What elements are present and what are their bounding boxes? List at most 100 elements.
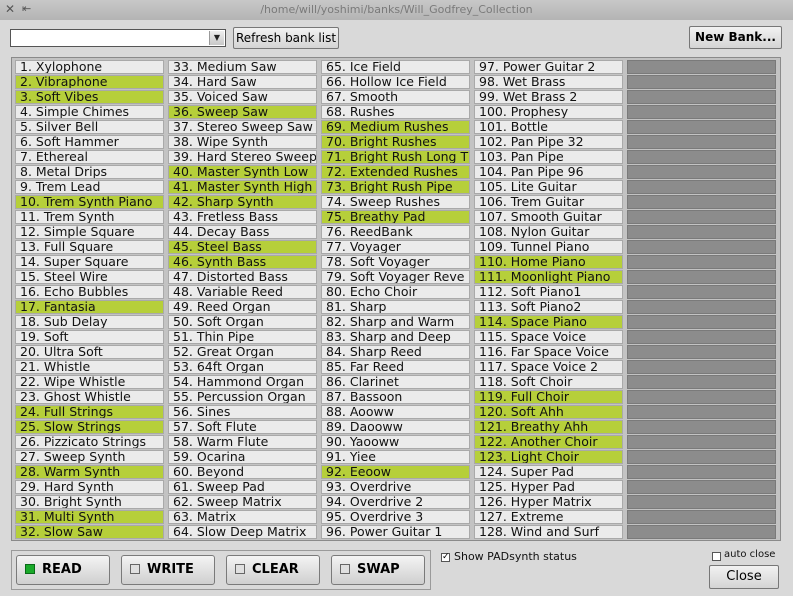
instrument-slot[interactable]: 126. Hyper Matrix (474, 495, 623, 509)
instrument-slot[interactable]: 116. Far Space Voice (474, 345, 623, 359)
instrument-slot[interactable]: 94. Overdrive 2 (321, 495, 470, 509)
instrument-slot[interactable]: 38. Wipe Synth (168, 135, 317, 149)
instrument-slot[interactable]: 52. Great Organ (168, 345, 317, 359)
instrument-slot[interactable]: 54. Hammond Organ (168, 375, 317, 389)
instrument-slot[interactable]: 32. Slow Saw (15, 525, 164, 539)
instrument-slot[interactable]: 60. Beyond (168, 465, 317, 479)
instrument-slot[interactable]: 96. Power Guitar 1 (321, 525, 470, 539)
instrument-slot[interactable]: 97. Power Guitar 2 (474, 60, 623, 74)
empty-instrument-slot[interactable] (627, 375, 776, 389)
empty-instrument-slot[interactable] (627, 225, 776, 239)
instrument-slot[interactable]: 45. Steel Bass (168, 240, 317, 254)
instrument-slot[interactable]: 103. Pan Pipe (474, 150, 623, 164)
instrument-slot[interactable]: 21. Whistle (15, 360, 164, 374)
instrument-slot[interactable]: 107. Smooth Guitar (474, 210, 623, 224)
instrument-slot[interactable]: 62. Sweep Matrix (168, 495, 317, 509)
empty-instrument-slot[interactable] (627, 285, 776, 299)
instrument-slot[interactable]: 74. Sweep Rushes (321, 195, 470, 209)
empty-instrument-slot[interactable] (627, 180, 776, 194)
instrument-slot[interactable]: 80. Echo Choir (321, 285, 470, 299)
instrument-slot[interactable]: 87. Bassoon (321, 390, 470, 404)
instrument-slot[interactable]: 34. Hard Saw (168, 75, 317, 89)
instrument-slot[interactable]: 106. Trem Guitar (474, 195, 623, 209)
instrument-slot[interactable]: 23. Ghost Whistle (15, 390, 164, 404)
instrument-slot[interactable]: 27. Sweep Synth (15, 450, 164, 464)
empty-instrument-slot[interactable] (627, 450, 776, 464)
instrument-slot[interactable]: 120. Soft Ahh (474, 405, 623, 419)
empty-instrument-slot[interactable] (627, 270, 776, 284)
instrument-slot[interactable]: 15. Steel Wire (15, 270, 164, 284)
instrument-slot[interactable]: 33. Medium Saw (168, 60, 317, 74)
empty-instrument-slot[interactable] (627, 135, 776, 149)
instrument-slot[interactable]: 1. Xylophone (15, 60, 164, 74)
empty-instrument-slot[interactable] (627, 330, 776, 344)
instrument-slot[interactable]: 59. Ocarina (168, 450, 317, 464)
instrument-slot[interactable]: 127. Extreme (474, 510, 623, 524)
instrument-slot[interactable]: 75. Breathy Pad (321, 210, 470, 224)
instrument-slot[interactable]: 13. Full Square (15, 240, 164, 254)
instrument-slot[interactable]: 99. Wet Brass 2 (474, 90, 623, 104)
empty-instrument-slot[interactable] (627, 195, 776, 209)
instrument-slot[interactable]: 57. Soft Flute (168, 420, 317, 434)
instrument-slot[interactable]: 66. Hollow Ice Field (321, 75, 470, 89)
instrument-slot[interactable]: 49. Reed Organ (168, 300, 317, 314)
instrument-slot[interactable]: 35. Voiced Saw (168, 90, 317, 104)
empty-instrument-slot[interactable] (627, 105, 776, 119)
instrument-slot[interactable]: 79. Soft Voyager Reve (321, 270, 470, 284)
instrument-slot[interactable]: 14. Super Square (15, 255, 164, 269)
instrument-slot[interactable]: 4. Simple Chimes (15, 105, 164, 119)
instrument-slot[interactable]: 85. Far Reed (321, 360, 470, 374)
instrument-slot[interactable]: 37. Stereo Sweep Saw (168, 120, 317, 134)
show-padsynth-checkbox[interactable]: ✓ (441, 553, 450, 562)
instrument-slot[interactable]: 104. Pan Pipe 96 (474, 165, 623, 179)
instrument-slot[interactable]: 111. Moonlight Piano (474, 270, 623, 284)
instrument-slot[interactable]: 20. Ultra Soft (15, 345, 164, 359)
instrument-slot[interactable]: 84. Sharp Reed (321, 345, 470, 359)
instrument-slot[interactable]: 95. Overdrive 3 (321, 510, 470, 524)
instrument-slot[interactable]: 26. Pizzicato Strings (15, 435, 164, 449)
empty-instrument-slot[interactable] (627, 390, 776, 404)
instrument-slot[interactable]: 41. Master Synth High (168, 180, 317, 194)
instrument-slot[interactable]: 53. 64ft Organ (168, 360, 317, 374)
instrument-slot[interactable]: 69. Medium Rushes (321, 120, 470, 134)
instrument-slot[interactable]: 93. Overdrive (321, 480, 470, 494)
instrument-slot[interactable]: 9. Trem Lead (15, 180, 164, 194)
instrument-slot[interactable]: 30. Bright Synth (15, 495, 164, 509)
instrument-slot[interactable]: 117. Space Voice 2 (474, 360, 623, 374)
empty-instrument-slot[interactable] (627, 360, 776, 374)
empty-instrument-slot[interactable] (627, 315, 776, 329)
instrument-slot[interactable]: 3. Soft Vibes (15, 90, 164, 104)
instrument-slot[interactable]: 48. Variable Reed (168, 285, 317, 299)
empty-instrument-slot[interactable] (627, 240, 776, 254)
empty-instrument-slot[interactable] (627, 420, 776, 434)
instrument-slot[interactable]: 76. ReedBank (321, 225, 470, 239)
empty-instrument-slot[interactable] (627, 120, 776, 134)
instrument-slot[interactable]: 78. Soft Voyager (321, 255, 470, 269)
instrument-slot[interactable]: 22. Wipe Whistle (15, 375, 164, 389)
empty-instrument-slot[interactable] (627, 525, 776, 539)
instrument-slot[interactable]: 113. Soft Piano2 (474, 300, 623, 314)
instrument-slot[interactable]: 71. Bright Rush Long T (321, 150, 470, 164)
empty-instrument-slot[interactable] (627, 480, 776, 494)
instrument-slot[interactable]: 47. Distorted Bass (168, 270, 317, 284)
instrument-slot[interactable]: 12. Simple Square (15, 225, 164, 239)
instrument-slot[interactable]: 44. Decay Bass (168, 225, 317, 239)
instrument-slot[interactable]: 63. Matrix (168, 510, 317, 524)
instrument-slot[interactable]: 55. Percussion Organ (168, 390, 317, 404)
instrument-slot[interactable]: 121. Breathy Ahh (474, 420, 623, 434)
instrument-slot[interactable]: 72. Extended Rushes (321, 165, 470, 179)
instrument-slot[interactable]: 40. Master Synth Low (168, 165, 317, 179)
instrument-slot[interactable]: 77. Voyager (321, 240, 470, 254)
auto-close-checkbox[interactable] (712, 552, 721, 561)
empty-instrument-slot[interactable] (627, 165, 776, 179)
instrument-slot[interactable]: 5. Silver Bell (15, 120, 164, 134)
instrument-slot[interactable]: 124. Super Pad (474, 465, 623, 479)
instrument-slot[interactable]: 24. Full Strings (15, 405, 164, 419)
swap-button[interactable]: SWAP (331, 555, 425, 585)
empty-instrument-slot[interactable] (627, 210, 776, 224)
instrument-slot[interactable]: 90. Yaooww (321, 435, 470, 449)
instrument-slot[interactable]: 83. Sharp and Deep (321, 330, 470, 344)
read-button[interactable]: READ (16, 555, 110, 585)
instrument-slot[interactable]: 109. Tunnel Piano (474, 240, 623, 254)
instrument-slot[interactable]: 17. Fantasia (15, 300, 164, 314)
